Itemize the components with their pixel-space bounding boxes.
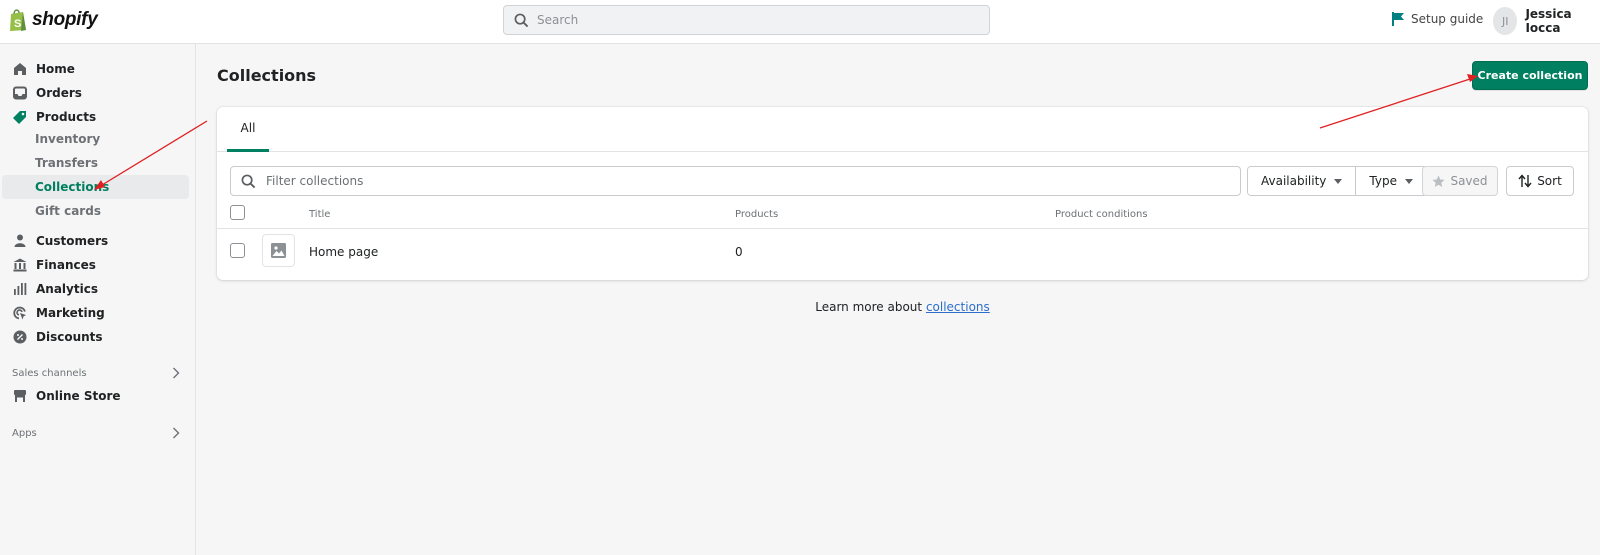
chevron-right-icon[interactable] — [172, 367, 180, 379]
top-bar: S shopify Setup guide JI Jessica Iocca — [0, 0, 1600, 44]
chevron-right-icon[interactable] — [172, 427, 180, 439]
filter-button-group: Availability Type — [1247, 166, 1427, 196]
sidebar-item-analytics[interactable]: Analytics — [2, 277, 189, 301]
tab-bar: All — [217, 107, 1588, 152]
row-checkbox[interactable] — [230, 243, 245, 258]
page-title: Collections — [217, 66, 317, 85]
sort-button[interactable]: Sort — [1506, 166, 1574, 196]
sidebar-item-gift-cards[interactable]: Gift cards — [2, 199, 189, 223]
sidebar-item-customers[interactable]: Customers — [2, 229, 189, 253]
learn-more-footer: Learn more about collections — [0, 300, 1600, 314]
availability-filter-button[interactable]: Availability — [1248, 167, 1356, 195]
table-header: Title Products Product conditions — [217, 203, 1588, 229]
inbox-icon — [13, 86, 27, 100]
saved-button[interactable]: Saved — [1422, 166, 1498, 196]
sidebar-item-label: Orders — [36, 86, 82, 100]
caret-down-icon — [1404, 178, 1413, 184]
sidebar-item-finances[interactable]: Finances — [2, 253, 189, 277]
column-header-product-conditions: Product conditions — [1055, 209, 1148, 220]
column-header-products: Products — [735, 209, 779, 220]
sidebar-item-label: Customers — [36, 234, 109, 248]
sidebar-item-label: Transfers — [35, 156, 98, 170]
avatar: JI — [1493, 7, 1518, 35]
flag-icon — [1392, 12, 1404, 26]
star-icon — [1432, 174, 1445, 187]
sort-arrows-icon — [1518, 174, 1532, 188]
sidebar-item-orders[interactable]: Orders — [2, 81, 189, 105]
bar-chart-icon — [13, 282, 27, 296]
svg-text:S: S — [14, 18, 21, 30]
collections-card: All Availability Type Saved Sort Title P… — [217, 107, 1588, 280]
collection-thumbnail — [262, 234, 295, 267]
sidebar-item-online-store[interactable]: Online Store — [2, 384, 189, 408]
sidebar-item-collections[interactable]: Collections — [2, 175, 189, 199]
collection-product-count: 0 — [735, 245, 743, 259]
create-collection-button[interactable]: Create collection — [1472, 61, 1588, 90]
sidebar-item-label: Gift cards — [35, 204, 101, 218]
search-icon — [514, 13, 529, 27]
home-icon — [13, 62, 27, 76]
tag-icon — [13, 110, 27, 124]
sidebar-item-label: Products — [36, 110, 97, 124]
person-icon — [13, 234, 27, 248]
availability-label: Availability — [1261, 174, 1327, 188]
sales-channels-section[interactable]: Sales channels — [12, 364, 180, 382]
sidebar-item-label: Home — [36, 62, 75, 76]
filter-collections-field[interactable] — [230, 166, 1241, 196]
apps-label: Apps — [12, 427, 37, 439]
shopify-logo[interactable]: S shopify — [8, 8, 98, 32]
table-row[interactable]: Home page 0 — [217, 229, 1588, 275]
collections-help-link[interactable]: collections — [926, 300, 990, 314]
sidebar-item-label: Finances — [36, 258, 96, 272]
saved-label: Saved — [1450, 174, 1488, 188]
user-menu[interactable]: JI Jessica Iocca — [1493, 7, 1600, 35]
select-all-checkbox[interactable] — [230, 205, 245, 220]
sidebar-item-label: Collections — [35, 180, 110, 194]
search-input[interactable] — [537, 13, 989, 27]
tab-all[interactable]: All — [227, 107, 269, 152]
store-icon — [13, 389, 27, 403]
sidebar-item-transfers[interactable]: Transfers — [2, 151, 189, 175]
collection-title-link[interactable]: Home page — [309, 245, 378, 259]
sales-channels-label: Sales channels — [12, 367, 87, 379]
learn-more-text: Learn more about — [815, 300, 926, 314]
type-label: Type — [1369, 174, 1397, 188]
sidebar-item-discounts[interactable]: Discounts — [2, 325, 189, 349]
sidebar-item-label: Analytics — [36, 282, 98, 296]
setup-guide-label: Setup guide — [1411, 12, 1484, 26]
caret-down-icon — [1334, 178, 1343, 184]
filter-collections-input[interactable] — [266, 174, 1240, 188]
brand-name: shopify — [32, 9, 98, 30]
sort-label: Sort — [1537, 174, 1562, 188]
search-icon — [241, 174, 256, 188]
discount-icon — [13, 330, 27, 344]
apps-section[interactable]: Apps — [12, 424, 180, 442]
shopify-bag-icon: S — [10, 9, 26, 31]
sidebar-item-inventory[interactable]: Inventory — [2, 127, 189, 151]
type-filter-button[interactable]: Type — [1355, 167, 1426, 195]
user-name: Jessica Iocca — [1525, 7, 1572, 35]
sidebar-item-home[interactable]: Home — [2, 57, 189, 81]
global-search[interactable] — [503, 5, 990, 35]
setup-guide-button[interactable]: Setup guide — [1392, 12, 1483, 26]
bank-icon — [13, 258, 27, 272]
sidebar-item-products[interactable]: Products — [2, 105, 189, 129]
image-placeholder-icon — [271, 243, 286, 258]
sidebar-item-label: Online Store — [36, 389, 121, 403]
column-header-title: Title — [309, 209, 331, 220]
sidebar-item-label: Discounts — [36, 330, 103, 344]
sidebar-item-label: Inventory — [35, 132, 101, 146]
